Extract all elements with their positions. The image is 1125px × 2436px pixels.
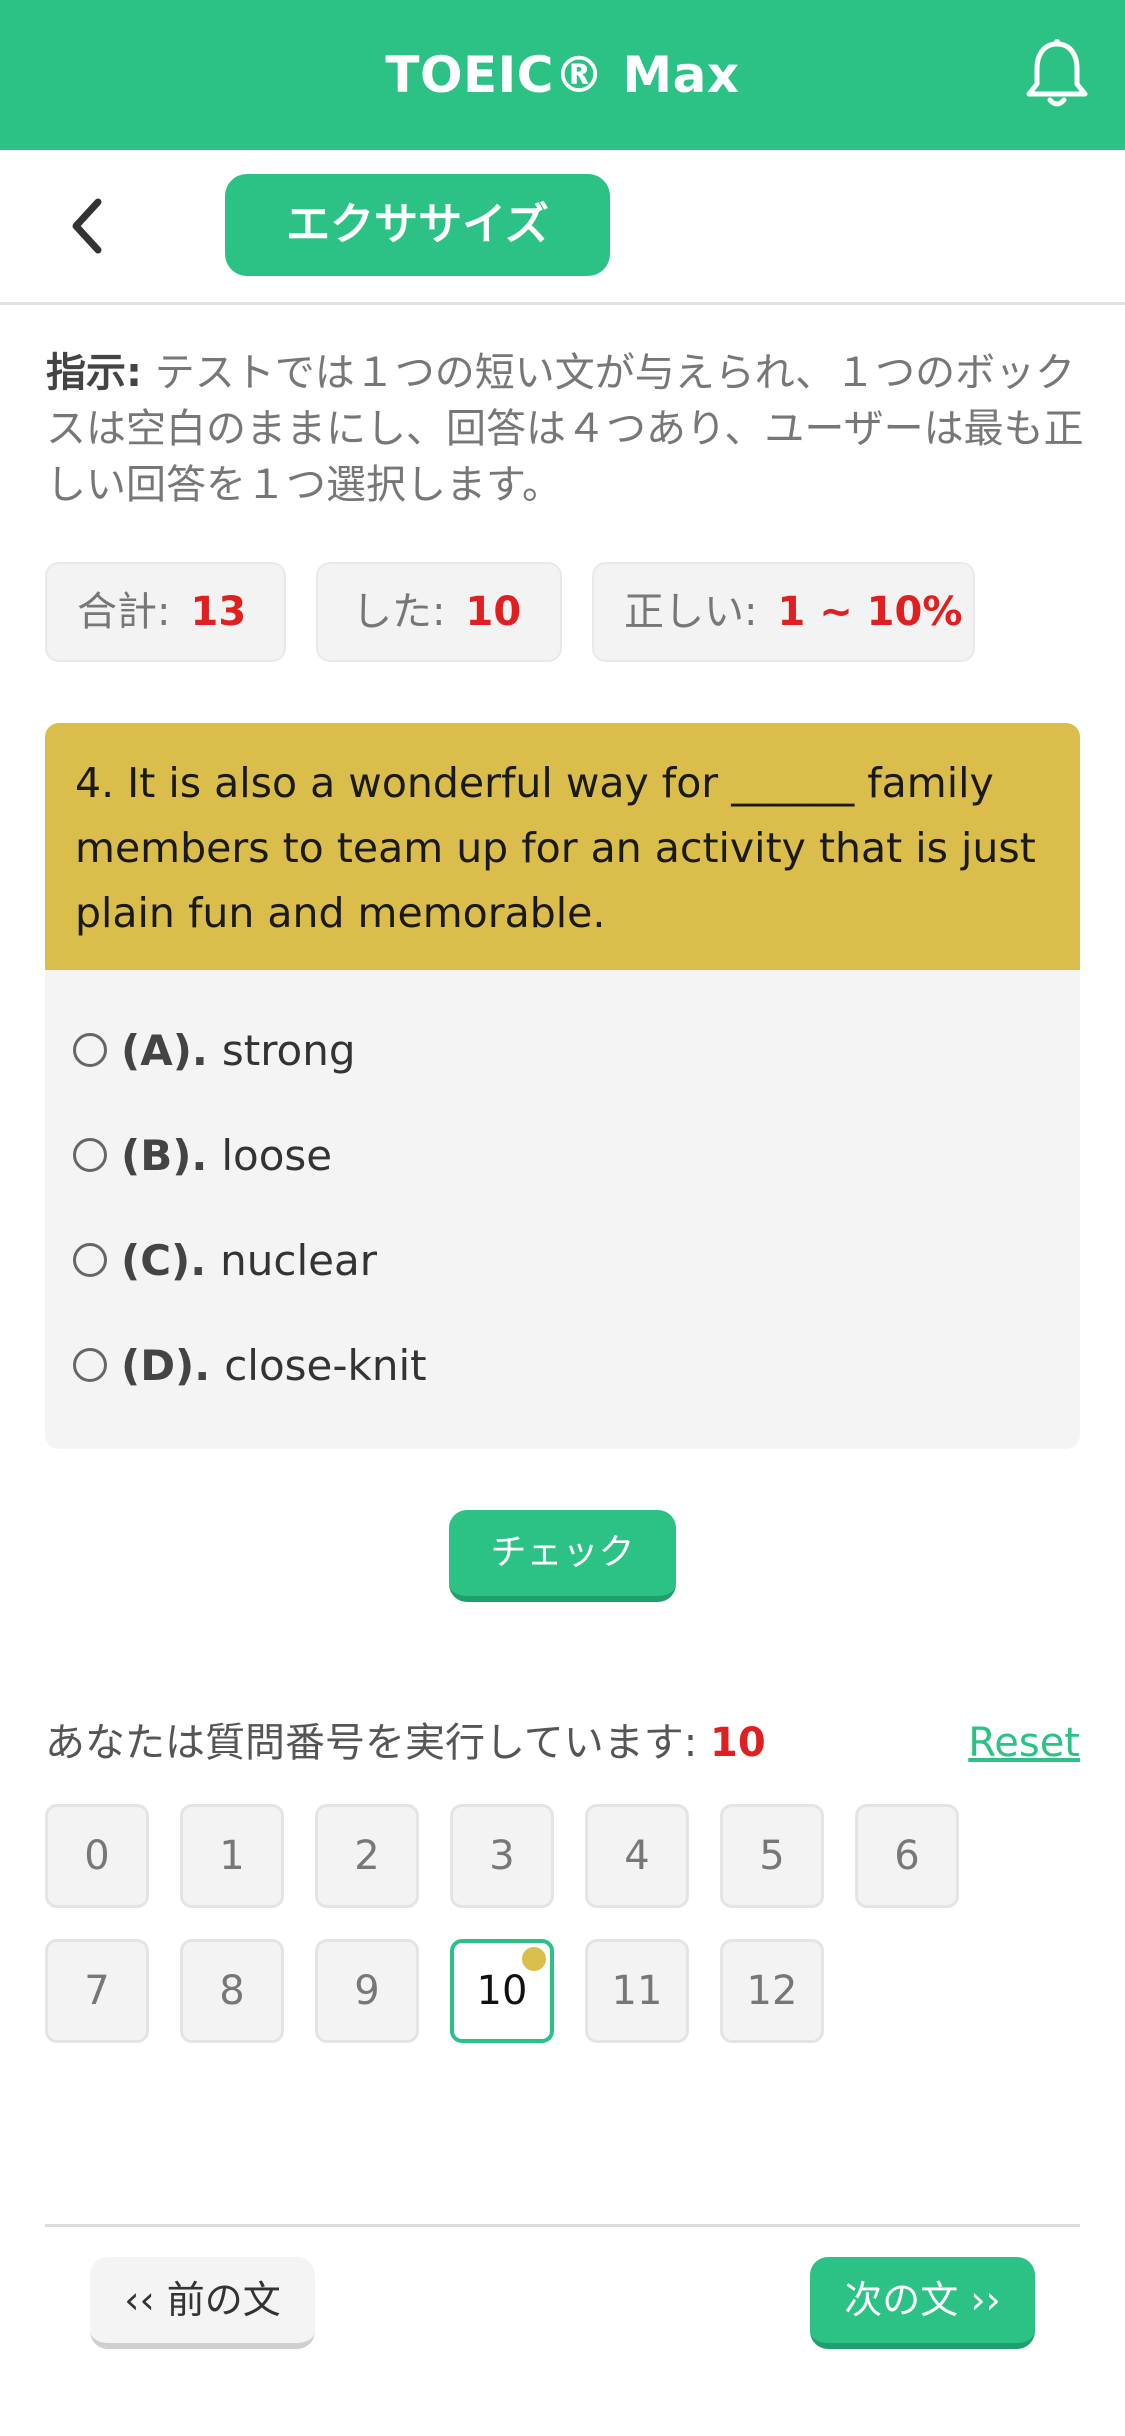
- question-number-button[interactable]: 7: [45, 1939, 149, 2043]
- tab-exercise[interactable]: エクササイズ: [225, 174, 610, 276]
- stat-value: 13: [190, 589, 247, 635]
- question-text: 4. It is also a wonderful way for ______…: [45, 723, 1080, 970]
- bell-icon[interactable]: [1017, 34, 1097, 114]
- stat-total: 合計: 13: [45, 562, 286, 662]
- radio-button[interactable]: [73, 1137, 107, 1172]
- option-label: (C).: [121, 1236, 207, 1285]
- radio-button[interactable]: [73, 1347, 107, 1382]
- instruction-body: テストでは１つの短い文が与えられ、１つのボックスは空白のままにし、回答は４つあり…: [46, 350, 1084, 508]
- stat-value: 10: [465, 589, 522, 635]
- option-text: loose: [221, 1131, 333, 1180]
- radio-button[interactable]: [73, 1032, 107, 1067]
- question-number-button[interactable]: 9: [315, 1939, 419, 2043]
- option-label: (B).: [121, 1131, 208, 1180]
- previous-sentence-button[interactable]: ‹‹ 前の文: [90, 2257, 315, 2349]
- question-number-button[interactable]: 3: [450, 1804, 554, 1908]
- stat-correct: 正しい: 1 ~ 10%: [592, 562, 975, 662]
- question-number-button[interactable]: 1: [180, 1804, 284, 1908]
- divider: [45, 2224, 1080, 2227]
- stat-label: した:: [352, 589, 446, 635]
- progress-label: あなたは質問番号を実行しています:: [45, 1720, 710, 1766]
- reset-link[interactable]: Reset: [968, 1715, 1080, 1771]
- stat-done: した: 10: [316, 562, 562, 662]
- instruction-label: 指示:: [46, 350, 142, 396]
- option-d[interactable]: (D). close-knit: [73, 1326, 973, 1406]
- current-indicator-dot: [522, 1947, 546, 1971]
- option-label: (D).: [121, 1341, 211, 1390]
- option-text: close-knit: [224, 1341, 427, 1390]
- option-label: (A).: [121, 1026, 208, 1075]
- chevron-left-icon[interactable]: [62, 194, 122, 258]
- question-number-button[interactable]: 4: [585, 1804, 689, 1908]
- instruction-text: 指示: テストでは１つの短い文が与えられ、１つのボックスは空白のままにし、回答は…: [46, 345, 1086, 513]
- question-number-button[interactable]: 12: [720, 1939, 824, 2043]
- question-number-label: 10: [476, 1968, 528, 2014]
- option-text: strong: [221, 1026, 356, 1075]
- question-number-button[interactable]: 11: [585, 1939, 689, 2043]
- option-a[interactable]: (A). strong: [73, 1011, 973, 1091]
- app-title: TOEIC® Max: [385, 46, 740, 104]
- check-button[interactable]: チェック: [449, 1510, 676, 1602]
- stat-label: 正しい:: [624, 589, 758, 635]
- question-number-button[interactable]: 6: [855, 1804, 959, 1908]
- stat-label: 合計:: [77, 589, 171, 635]
- option-c[interactable]: (C). nuclear: [73, 1221, 973, 1301]
- option-b[interactable]: (B). loose: [73, 1116, 973, 1196]
- radio-button[interactable]: [73, 1242, 107, 1277]
- question-number-button[interactable]: 8: [180, 1939, 284, 2043]
- next-sentence-button[interactable]: 次の文 ››: [810, 2257, 1035, 2349]
- current-question-number: 10: [710, 1720, 766, 1766]
- question-number-button[interactable]: 2: [315, 1804, 419, 1908]
- progress-text: あなたは質問番号を実行しています: 10: [45, 1715, 766, 1771]
- option-text: nuclear: [220, 1236, 378, 1285]
- stat-value: 1 ~ 10%: [777, 589, 963, 635]
- question-card: 4. It is also a wonderful way for ______…: [45, 723, 1080, 1449]
- question-number-button[interactable]: 0: [45, 1804, 149, 1908]
- app-header: TOEIC® Max: [0, 0, 1125, 150]
- question-number-button-active[interactable]: 10: [450, 1939, 554, 2043]
- question-number-button[interactable]: 5: [720, 1804, 824, 1908]
- sub-header: エクササイズ: [0, 150, 1125, 305]
